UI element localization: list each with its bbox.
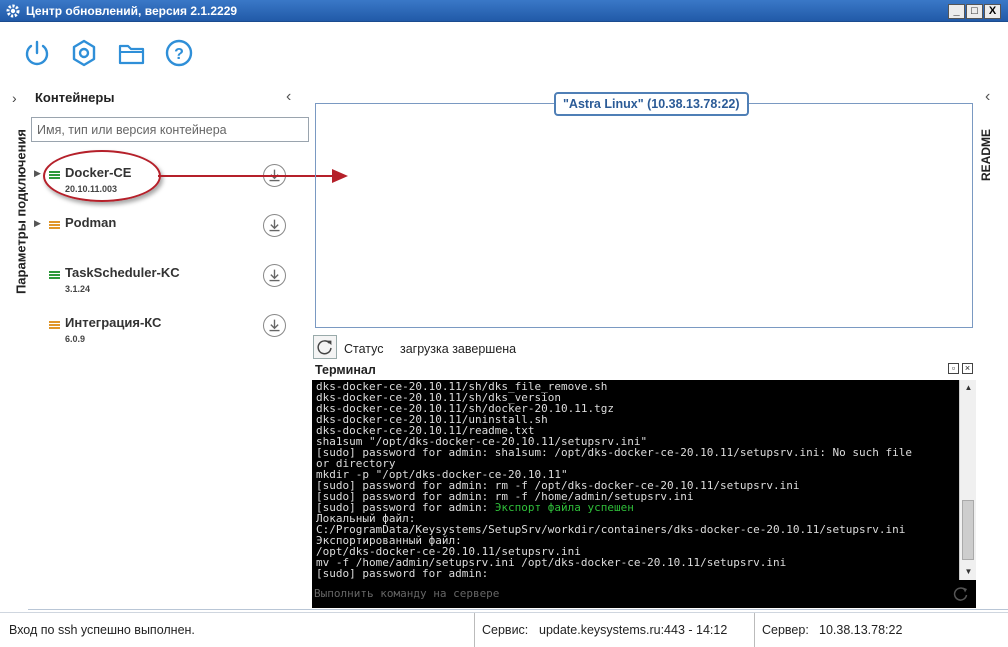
maximize-button[interactable]: □: [966, 4, 983, 19]
scroll-down-icon[interactable]: ▼: [961, 565, 976, 579]
service-value: update.keysystems.ru:443 - 14:12: [539, 623, 728, 637]
terminal-success-text: Экспорт файла успешен: [494, 501, 634, 514]
scroll-up-icon[interactable]: ▲: [961, 381, 976, 395]
refresh-icon[interactable]: [313, 335, 337, 359]
scroll-thumb[interactable]: [962, 500, 974, 560]
power-icon[interactable]: [22, 38, 52, 68]
command-row: [312, 580, 976, 608]
readme-label: README: [979, 128, 994, 182]
terminal-line: [sudo] password for admin:: [316, 567, 489, 580]
terminal-title: Терминал: [315, 363, 376, 377]
container-name: Podman: [65, 215, 117, 230]
settings-hexagon-icon[interactable]: [69, 38, 99, 68]
host-panel: [315, 103, 973, 328]
close-button[interactable]: X: [984, 4, 1001, 19]
terminal-restore-button[interactable]: ▫: [948, 363, 959, 374]
terminal-output: dks-docker-ce-20.10.11/sh/dks_file_remov…: [312, 380, 959, 580]
status-value: загрузка завершена: [400, 342, 517, 356]
expand-rail-chevron-icon[interactable]: ›: [12, 90, 17, 106]
container-version: 6.0.9: [65, 334, 86, 344]
download-icon[interactable]: [263, 264, 286, 287]
expand-triangle-icon[interactable]: ▶: [34, 218, 41, 229]
container-name: Интеграция-КС: [65, 315, 162, 330]
expand-triangle-icon[interactable]: ▶: [34, 168, 41, 179]
connection-params-tab[interactable]: Параметры подключения: [10, 128, 29, 296]
statusbar-divider: [754, 613, 755, 647]
container-version: 3.1.24: [65, 284, 91, 294]
server-label: Сервер:: [762, 623, 809, 637]
command-input[interactable]: [314, 587, 934, 600]
separator: [28, 609, 1008, 610]
server-value: 10.38.13.78:22: [819, 623, 903, 637]
readme-chevron-icon[interactable]: ‹: [985, 88, 990, 106]
connection-params-label: Параметры подключения: [13, 128, 29, 295]
status-label: Статус: [344, 342, 384, 356]
run-command-icon[interactable]: [953, 586, 969, 602]
statusbar-divider: [474, 613, 475, 647]
container-item-taskscheduler[interactable]: TaskScheduler-KC 3.1.24: [34, 263, 294, 303]
container-search-input[interactable]: [31, 117, 309, 142]
status-bars-icon: [49, 221, 60, 229]
service-label: Сервис:: [482, 623, 529, 637]
container-name: TaskScheduler-KC: [65, 265, 180, 280]
window-title: Центр обновлений, версия 2.1.2229: [26, 4, 238, 18]
readme-tab[interactable]: README: [979, 128, 1000, 188]
terminal-close-button[interactable]: ×: [962, 363, 973, 374]
status-bars-icon: [49, 271, 60, 279]
status-bar: Вход по ssh успешно выполнен. Сервис: up…: [0, 612, 1008, 647]
host-label: "Astra Linux" (10.38.13.78:22): [554, 92, 749, 116]
help-glyph: ?: [174, 46, 184, 63]
download-icon[interactable]: [263, 314, 286, 337]
containers-title: Контейнеры: [35, 90, 115, 105]
title-bar: Центр обновлений, версия 2.1.2229 _ □ X: [0, 0, 1008, 22]
terminal-scrollbar[interactable]: ▲ ▼: [959, 380, 976, 580]
container-item-integration[interactable]: Интеграция-КС 6.0.9: [34, 313, 294, 353]
container-item-podman[interactable]: ▶ Podman: [34, 213, 294, 253]
gear-app-icon: [6, 4, 20, 18]
status-bars-icon: [49, 321, 60, 329]
folder-icon[interactable]: [117, 38, 147, 68]
help-icon[interactable]: ?: [164, 38, 194, 68]
minimize-button[interactable]: _: [948, 4, 965, 19]
collapse-containers-chevron-icon[interactable]: ‹: [286, 88, 291, 106]
highlight-ellipse: [43, 150, 161, 202]
download-icon[interactable]: [263, 214, 286, 237]
terminal-line: [sudo] password for admin: sha1sum: /opt…: [316, 446, 913, 459]
statusbar-message: Вход по ssh успешно выполнен.: [9, 623, 195, 637]
